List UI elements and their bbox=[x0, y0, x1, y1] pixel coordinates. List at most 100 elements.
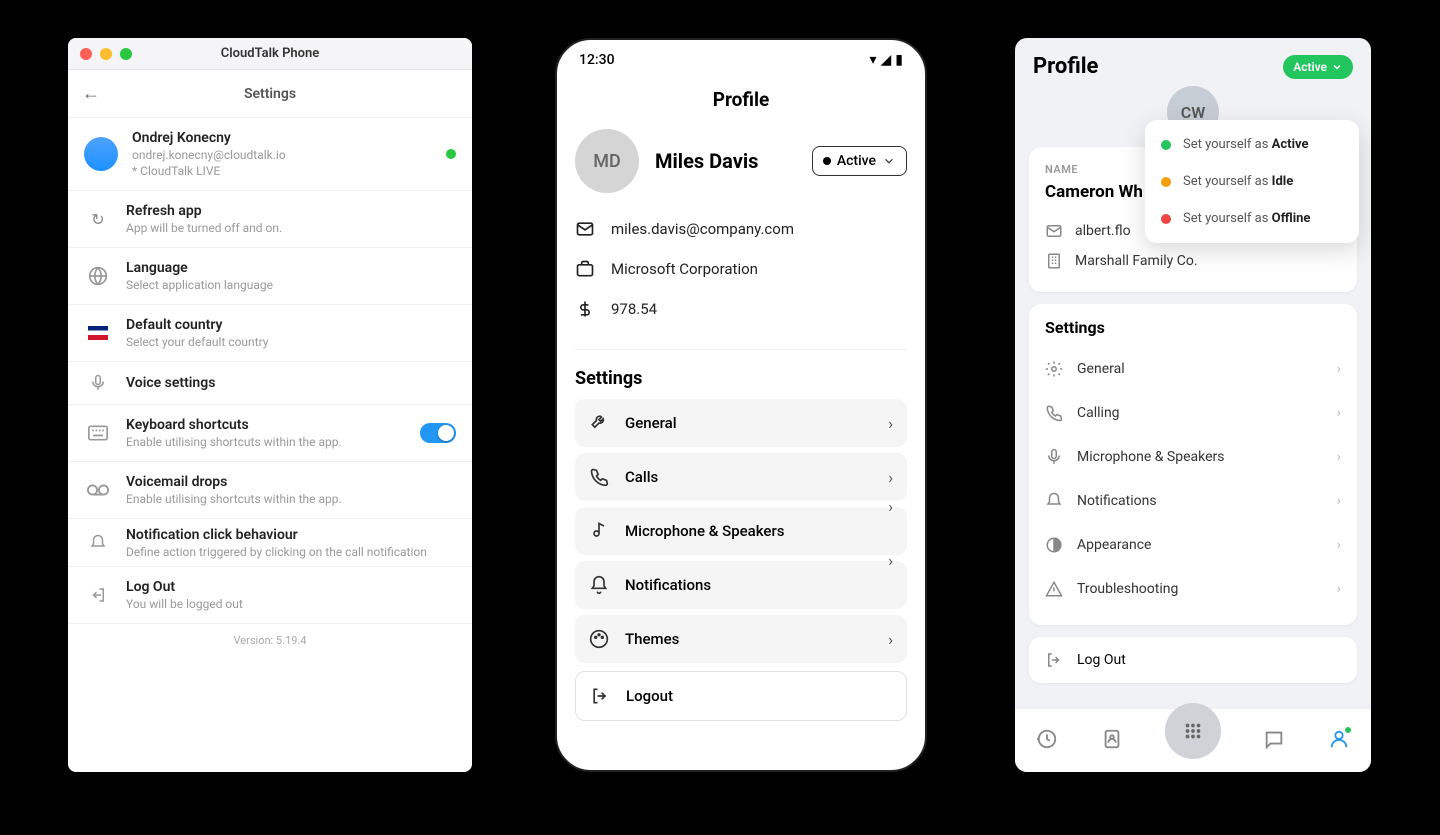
keyboard-shortcuts-row[interactable]: Keyboard shortcutsEnable utilising short… bbox=[68, 405, 472, 462]
calling-row[interactable]: Calling› bbox=[1045, 391, 1341, 435]
bottom-nav bbox=[1015, 708, 1371, 772]
notifications-row[interactable]: Notifications› bbox=[1045, 479, 1341, 523]
chevron-right-icon: › bbox=[1337, 449, 1341, 465]
back-arrow-icon[interactable]: ← bbox=[82, 83, 100, 104]
mobile-profile-screen: 12:30 ▾ ◢ ▮ Profile MD Miles Davis Activ… bbox=[555, 38, 927, 772]
traffic-lights bbox=[80, 48, 132, 60]
user-tag: * CloudTalk LIVE bbox=[132, 164, 446, 178]
user-email: ondrej.konecny@cloudtalk.io bbox=[132, 148, 446, 162]
bell-icon bbox=[589, 575, 609, 595]
company-item: Marshall Family Co. bbox=[1045, 246, 1341, 276]
profile-panel: Profile Active CW NAME Cameron Wh albert… bbox=[1015, 38, 1371, 772]
profile-tab[interactable] bbox=[1328, 728, 1350, 754]
clock: 12:30 bbox=[579, 52, 615, 68]
chevron-right-icon: › bbox=[1337, 493, 1341, 509]
mail-icon bbox=[1045, 222, 1063, 240]
avatar: MD bbox=[575, 129, 639, 193]
status-badge[interactable]: Active bbox=[1283, 55, 1353, 79]
status-dot-icon bbox=[446, 149, 456, 159]
email-item: miles.davis@company.com bbox=[575, 209, 907, 249]
chevron-right-icon: › bbox=[1337, 405, 1341, 421]
keyboard-icon bbox=[84, 425, 112, 441]
red-dot-icon bbox=[1161, 214, 1171, 224]
page-title: Profile bbox=[557, 80, 925, 129]
page-title: Profile bbox=[1033, 54, 1098, 79]
status-bar: 12:30 ▾ ◢ ▮ bbox=[557, 40, 925, 80]
settings-header: ← Settings bbox=[68, 70, 472, 118]
profile-name: Miles Davis bbox=[655, 149, 796, 173]
profile-header: MD Miles Davis Active bbox=[557, 129, 925, 193]
default-country-row[interactable]: Default countrySelect your default count… bbox=[68, 305, 472, 362]
chevron-down-icon bbox=[1331, 61, 1343, 73]
notifications-row[interactable]: Notifications› bbox=[575, 561, 907, 609]
settings-card: Settings General› Calling› Microphone & … bbox=[1029, 304, 1357, 625]
contacts-icon bbox=[1101, 728, 1123, 750]
voicemail-icon bbox=[84, 484, 112, 496]
mail-icon bbox=[575, 219, 595, 239]
chevron-down-icon bbox=[882, 154, 896, 168]
briefcase-icon bbox=[575, 259, 595, 279]
microphone-row[interactable]: Microphone & Speakers› bbox=[575, 507, 907, 555]
contacts-tab[interactable] bbox=[1101, 728, 1123, 754]
desktop-settings-window: CloudTalk Phone ← Settings Ondrej Konecn… bbox=[68, 38, 472, 772]
version-text: Version: 5.19.4 bbox=[68, 624, 472, 657]
status-dropdown: Set yourself as Active Set yourself as I… bbox=[1145, 120, 1359, 243]
chevron-right-icon: › bbox=[888, 497, 893, 516]
notification-behaviour-row[interactable]: Notification click behaviourDefine actio… bbox=[68, 519, 472, 567]
refresh-app-row[interactable]: ↻ Refresh appApp will be turned off and … bbox=[68, 191, 472, 248]
company-item: Microsoft Corporation bbox=[575, 249, 907, 289]
titlebar: CloudTalk Phone bbox=[68, 38, 472, 70]
voicemail-drops-row[interactable]: Voicemail dropsEnable utilising shortcut… bbox=[68, 462, 472, 519]
dialpad-button[interactable] bbox=[1165, 703, 1221, 759]
settings-title: Settings bbox=[557, 354, 925, 399]
chevron-right-icon: › bbox=[1337, 361, 1341, 377]
user-avatar bbox=[84, 137, 118, 171]
globe-icon bbox=[84, 266, 112, 286]
status-idle-option[interactable]: Set yourself as Idle bbox=[1151, 163, 1353, 200]
calls-row[interactable]: Calls› bbox=[575, 453, 907, 501]
wrench-icon bbox=[589, 413, 609, 433]
chevron-right-icon: › bbox=[888, 468, 893, 487]
microphone-icon bbox=[1045, 448, 1063, 466]
voice-settings-row[interactable]: Voice settings bbox=[68, 362, 472, 405]
history-tab[interactable] bbox=[1036, 728, 1058, 754]
orange-dot-icon bbox=[1161, 177, 1171, 187]
logout-icon bbox=[590, 686, 610, 706]
user-name: Ondrej Konecny bbox=[132, 130, 446, 146]
maximize-icon[interactable] bbox=[120, 48, 132, 60]
logout-button[interactable]: Log Out bbox=[1029, 637, 1357, 683]
history-icon bbox=[1036, 728, 1058, 750]
shortcuts-toggle[interactable] bbox=[420, 423, 456, 443]
minimize-icon[interactable] bbox=[100, 48, 112, 60]
chevron-right-icon: › bbox=[888, 630, 893, 649]
logout-row[interactable]: Log OutYou will be logged out bbox=[68, 567, 472, 624]
bell-icon bbox=[1045, 492, 1063, 510]
window-title: CloudTalk Phone bbox=[221, 46, 320, 61]
phone-icon bbox=[589, 467, 609, 487]
status-selector[interactable]: Active bbox=[812, 146, 907, 176]
user-row[interactable]: Ondrej Konecny ondrej.konecny@cloudtalk.… bbox=[68, 118, 472, 191]
troubleshooting-row[interactable]: Troubleshooting› bbox=[1045, 567, 1341, 611]
appearance-row[interactable]: Appearance› bbox=[1045, 523, 1341, 567]
messages-tab[interactable] bbox=[1263, 728, 1285, 754]
chevron-right-icon: › bbox=[888, 414, 893, 433]
uk-flag-icon bbox=[84, 326, 112, 340]
microphone-row[interactable]: Microphone & Speakers› bbox=[1045, 435, 1341, 479]
chat-icon bbox=[1263, 728, 1285, 750]
profile-info: miles.davis@company.com Microsoft Corpor… bbox=[557, 193, 925, 345]
microphone-icon bbox=[84, 374, 112, 392]
logout-icon bbox=[84, 586, 112, 604]
balance-item: 978.54 bbox=[575, 289, 907, 329]
status-active-option[interactable]: Set yourself as Active bbox=[1151, 126, 1353, 163]
page-title: Settings bbox=[244, 86, 296, 102]
language-row[interactable]: LanguageSelect application language bbox=[68, 248, 472, 305]
logout-icon bbox=[1045, 651, 1063, 669]
general-row[interactable]: General› bbox=[575, 399, 907, 447]
close-icon[interactable] bbox=[80, 48, 92, 60]
wifi-icon: ▾ bbox=[869, 52, 876, 68]
logout-button[interactable]: Logout bbox=[575, 671, 907, 721]
themes-row[interactable]: Themes› bbox=[575, 615, 907, 663]
general-row[interactable]: General› bbox=[1045, 347, 1341, 391]
status-offline-option[interactable]: Set yourself as Offline bbox=[1151, 200, 1353, 237]
settings-title: Settings bbox=[1045, 318, 1341, 337]
